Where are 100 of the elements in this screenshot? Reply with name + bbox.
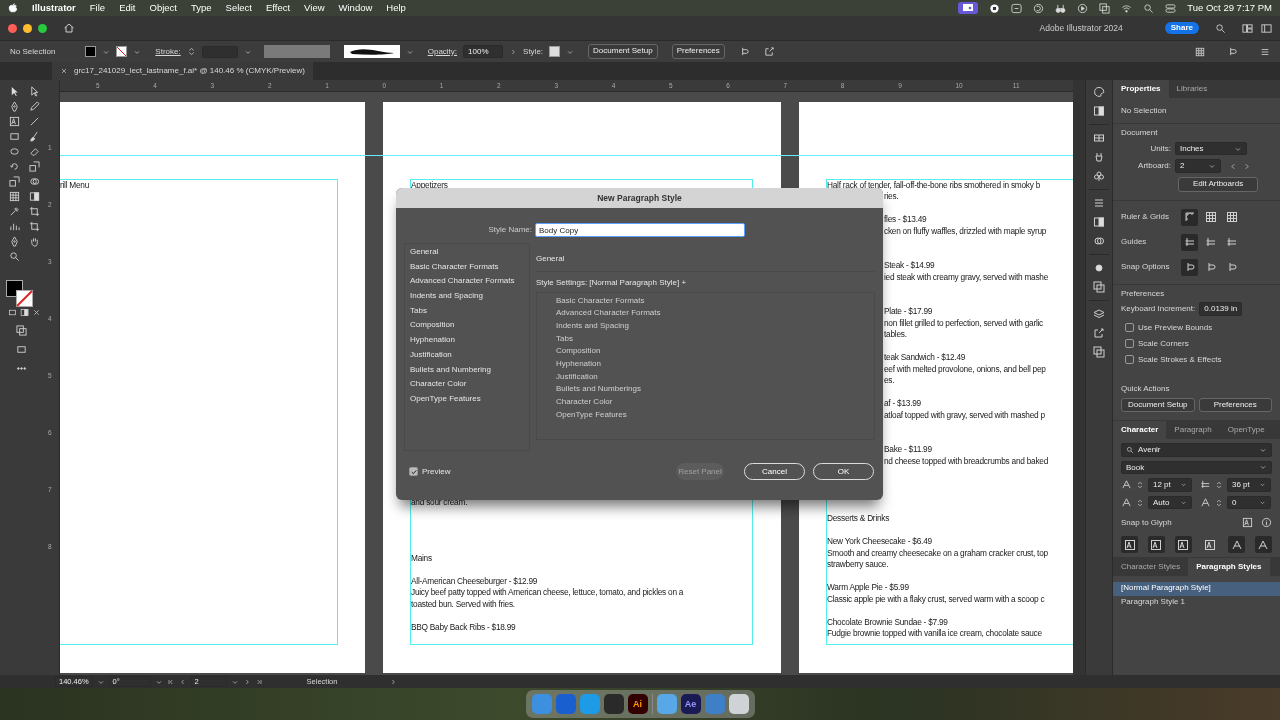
gradient-icon[interactable]	[28, 191, 40, 202]
brush-stroke-preview[interactable]	[343, 45, 400, 58]
eyedropper-icon[interactable]	[8, 206, 20, 217]
menu-item[interactable]: File	[89, 2, 106, 14]
line-icon[interactable]	[28, 116, 40, 127]
settings-item[interactable]: Character Color	[556, 397, 874, 410]
last-artboard-icon[interactable]	[254, 677, 263, 686]
settings-item[interactable]: Basic Character Formats	[556, 295, 874, 309]
artboard-icon[interactable]	[28, 221, 40, 232]
fill-swatch[interactable]	[85, 46, 97, 57]
settings-item[interactable]: Tabs	[556, 333, 874, 347]
checkbox[interactable]	[1125, 323, 1134, 333]
menu-item[interactable]: Help	[386, 2, 406, 14]
zoom-icon[interactable]	[8, 251, 20, 262]
appearance-icon[interactable]	[1093, 235, 1105, 247]
grid-icon[interactable]	[1204, 211, 1217, 224]
category-item[interactable]: Advanced Character Formats	[410, 276, 524, 292]
category-item[interactable]: Character Color	[410, 379, 524, 394]
color-mode-icon[interactable]	[8, 308, 17, 317]
share-button[interactable]: Share	[1164, 22, 1199, 34]
menu-item[interactable]: Window	[338, 2, 373, 14]
list-icon[interactable]	[1260, 46, 1270, 57]
checkbox[interactable]	[1125, 355, 1134, 365]
eraser-icon[interactable]	[28, 146, 40, 157]
brush-icon[interactable]	[28, 131, 40, 142]
app-icon[interactable]: Ae	[680, 694, 701, 714]
category-item[interactable]: Justification	[410, 349, 524, 365]
search-icon[interactable]	[1215, 22, 1226, 34]
menu-item[interactable]: Edit	[119, 2, 136, 14]
panel-tab[interactable]: Paragraph Styles	[1188, 558, 1270, 576]
settings-item[interactable]: Advanced Character Formats	[556, 308, 874, 321]
mesh-icon[interactable]	[8, 191, 20, 202]
panel-tab[interactable]: Character	[1113, 421, 1167, 439]
category-item[interactable]: Indents and Spacing	[410, 291, 524, 306]
hand-icon[interactable]	[28, 236, 40, 247]
checkbox[interactable]	[1125, 339, 1134, 349]
app-menu[interactable]: Illustrator	[32, 2, 76, 14]
close-icon[interactable]	[60, 67, 68, 75]
transparency-grid-icon[interactable]	[1225, 211, 1238, 224]
app-icon[interactable]: Ai	[627, 694, 648, 714]
settings-item[interactable]: Hyphenation	[556, 359, 874, 372]
apple-logo-icon[interactable]	[8, 3, 18, 13]
stop-icon[interactable]	[989, 2, 1001, 14]
artboards-icon[interactable]	[1093, 281, 1105, 293]
screen-share-icon[interactable]	[958, 2, 979, 14]
category-item[interactable]: OpenType Features	[410, 393, 524, 409]
smart-guides-icon[interactable]	[1225, 236, 1238, 249]
pencil-icon[interactable]	[28, 101, 40, 112]
ruler-icon[interactable]	[1183, 211, 1196, 224]
snap-glyph-icon[interactable]	[1230, 538, 1243, 551]
info-icon[interactable]	[1261, 517, 1272, 529]
stepper-icon[interactable]	[1136, 498, 1144, 507]
snap-glyph-icon[interactable]	[1257, 538, 1270, 551]
gradient-icon[interactable]	[1093, 105, 1105, 117]
none-mode-icon[interactable]	[32, 308, 41, 317]
stroke-swatch[interactable]	[116, 46, 128, 57]
menu-item[interactable]: Select	[225, 2, 252, 14]
search-icon[interactable]	[1143, 2, 1155, 14]
export-icon[interactable]	[763, 46, 775, 57]
snap-glyph-icon[interactable]	[1123, 538, 1136, 551]
panel-icon[interactable]	[1261, 22, 1272, 34]
menu-item[interactable]: View	[304, 2, 325, 14]
category-item[interactable]: Basic Character Formats	[410, 261, 524, 277]
settings-item[interactable]: Indents and Spacing	[556, 320, 874, 334]
menu-item[interactable]: Effect	[266, 2, 291, 14]
settings-item[interactable]: Composition	[556, 346, 874, 360]
settings-item[interactable]: Justification	[556, 371, 874, 385]
palette-icon[interactable]	[1093, 86, 1105, 98]
style-swatch[interactable]	[549, 46, 561, 57]
control-bar-button[interactable]: Document Setup	[588, 44, 658, 59]
swatches-icon[interactable]	[1093, 132, 1105, 144]
symbols-icon[interactable]	[1093, 151, 1105, 163]
first-artboard-icon[interactable]	[166, 677, 175, 686]
variable-width-field[interactable]	[263, 45, 330, 58]
snap-glyph-icon[interactable]	[1203, 538, 1216, 551]
export-icon[interactable]	[1093, 327, 1105, 339]
previous-artboard-icon[interactable]	[178, 677, 187, 686]
keyboard-increment-field[interactable]: 0.0139 in	[1199, 302, 1243, 316]
binoculars-icon[interactable]	[1055, 2, 1067, 14]
stroke-icon[interactable]	[1093, 197, 1105, 209]
scrollbar[interactable]	[1073, 80, 1085, 675]
edit-artboards-button[interactable]: Edit Artboards	[1178, 176, 1258, 192]
settings-item[interactable]: Bullets and Numberings	[556, 384, 874, 398]
quick-action-button[interactable]: Document Setup	[1121, 397, 1195, 413]
snap-glyph-icon[interactable]	[1177, 538, 1190, 551]
style-name-field[interactable]: Body Copy	[535, 223, 745, 237]
document-tab[interactable]: grc17_241029_lect_lastname_f.ai* @ 140.46 % (CMYK/Preview)	[52, 62, 313, 80]
ok-button[interactable]: OK	[813, 463, 874, 480]
control-center-icon[interactable]	[1165, 2, 1177, 14]
transparency-icon[interactable]	[1093, 216, 1105, 228]
stepper-icon[interactable]	[1215, 498, 1223, 507]
category-item[interactable]: General	[410, 247, 524, 262]
layers-icon[interactable]	[1093, 308, 1105, 320]
window-icon[interactable]	[1011, 2, 1023, 14]
free-transform-icon[interactable]	[8, 176, 20, 187]
wifi-icon[interactable]	[1121, 2, 1133, 14]
fill-stroke-swatch-drawing[interactable]	[6, 280, 33, 307]
hollow-arrow-icon[interactable]	[28, 86, 40, 97]
pen-icon[interactable]	[8, 101, 20, 112]
category-item[interactable]: Bullets and Numbering	[410, 364, 524, 380]
